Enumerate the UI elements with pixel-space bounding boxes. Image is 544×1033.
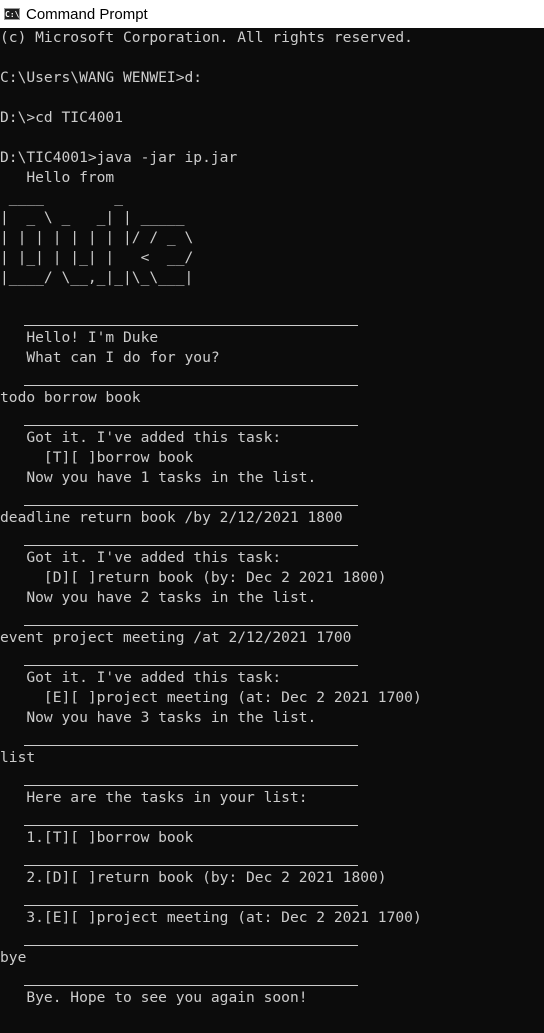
console-line: 1.[T][ ]borrow book [0,829,194,846]
console-line: Now you have 3 tasks in the list. [0,709,317,726]
divider-line [24,505,358,506]
console-line: D:\TIC4001>java -jar ip.jar [0,149,238,166]
divider-line [24,945,358,946]
console-line: event project meeting /at 2/12/2021 1700 [0,629,352,646]
console-line: todo borrow book [0,389,141,406]
console-line: 3.[E][ ]project meeting (at: Dec 2 2021 … [0,909,422,926]
cmd-icon: C:\. [4,8,25,20]
divider-line [24,745,358,746]
console-line: | |_| | |_| | < __/ [0,249,194,266]
divider-line [24,325,358,326]
console-line: [E][ ]project meeting (at: Dec 2 2021 17… [0,689,422,706]
window-title: Command Prompt [26,5,148,23]
divider-line [24,865,358,866]
divider-line [24,785,358,786]
divider-line [24,425,358,426]
title-bar[interactable]: C:\. Command Prompt [0,0,544,28]
console-line: (c) Microsoft Corporation. All rights re… [0,29,413,46]
console-line: ____ _ [0,189,124,206]
console-line: Hello! I'm Duke [0,329,159,346]
console-line: What can I do for you? [0,349,220,366]
divider-line [24,905,358,906]
divider-line [24,825,358,826]
console-line: | | | | | | | |/ / _ \ [0,229,194,246]
console-line: Bye. Hope to see you again soon! [0,989,308,1006]
console-line: Got it. I've added this task: [0,549,282,566]
console-line: Now you have 1 tasks in the list. [0,469,317,486]
console-line: D:\>cd TIC4001 [0,109,124,126]
console-line: bye [0,949,27,966]
console-line: C:\Users\WANG WENWEI>d: [0,69,203,86]
console-line: list [0,749,36,766]
console-line: Now you have 2 tasks in the list. [0,589,317,606]
console-line: deadline return book /by 2/12/2021 1800 [0,509,343,526]
console-output[interactable]: (c) Microsoft Corporation. All rights re… [0,28,544,1033]
console-line: [D][ ]return book (by: Dec 2 2021 1800) [0,569,387,586]
console-line: [T][ ]borrow book [0,449,194,466]
divider-line [24,985,358,986]
console-line: Got it. I've added this task: [0,669,282,686]
console-line: Hello from [0,169,115,186]
console-line: 2.[D][ ]return book (by: Dec 2 2021 1800… [0,869,387,886]
console-line: | _ \ _ _| | _____ [0,209,185,226]
console-line: Here are the tasks in your list: [0,789,308,806]
divider-line [24,625,358,626]
divider-line [24,665,358,666]
console-line: |____/ \__,_|_|\_\___| [0,269,194,286]
console-line: Got it. I've added this task: [0,429,282,446]
divider-line [24,385,358,386]
divider-line [24,545,358,546]
